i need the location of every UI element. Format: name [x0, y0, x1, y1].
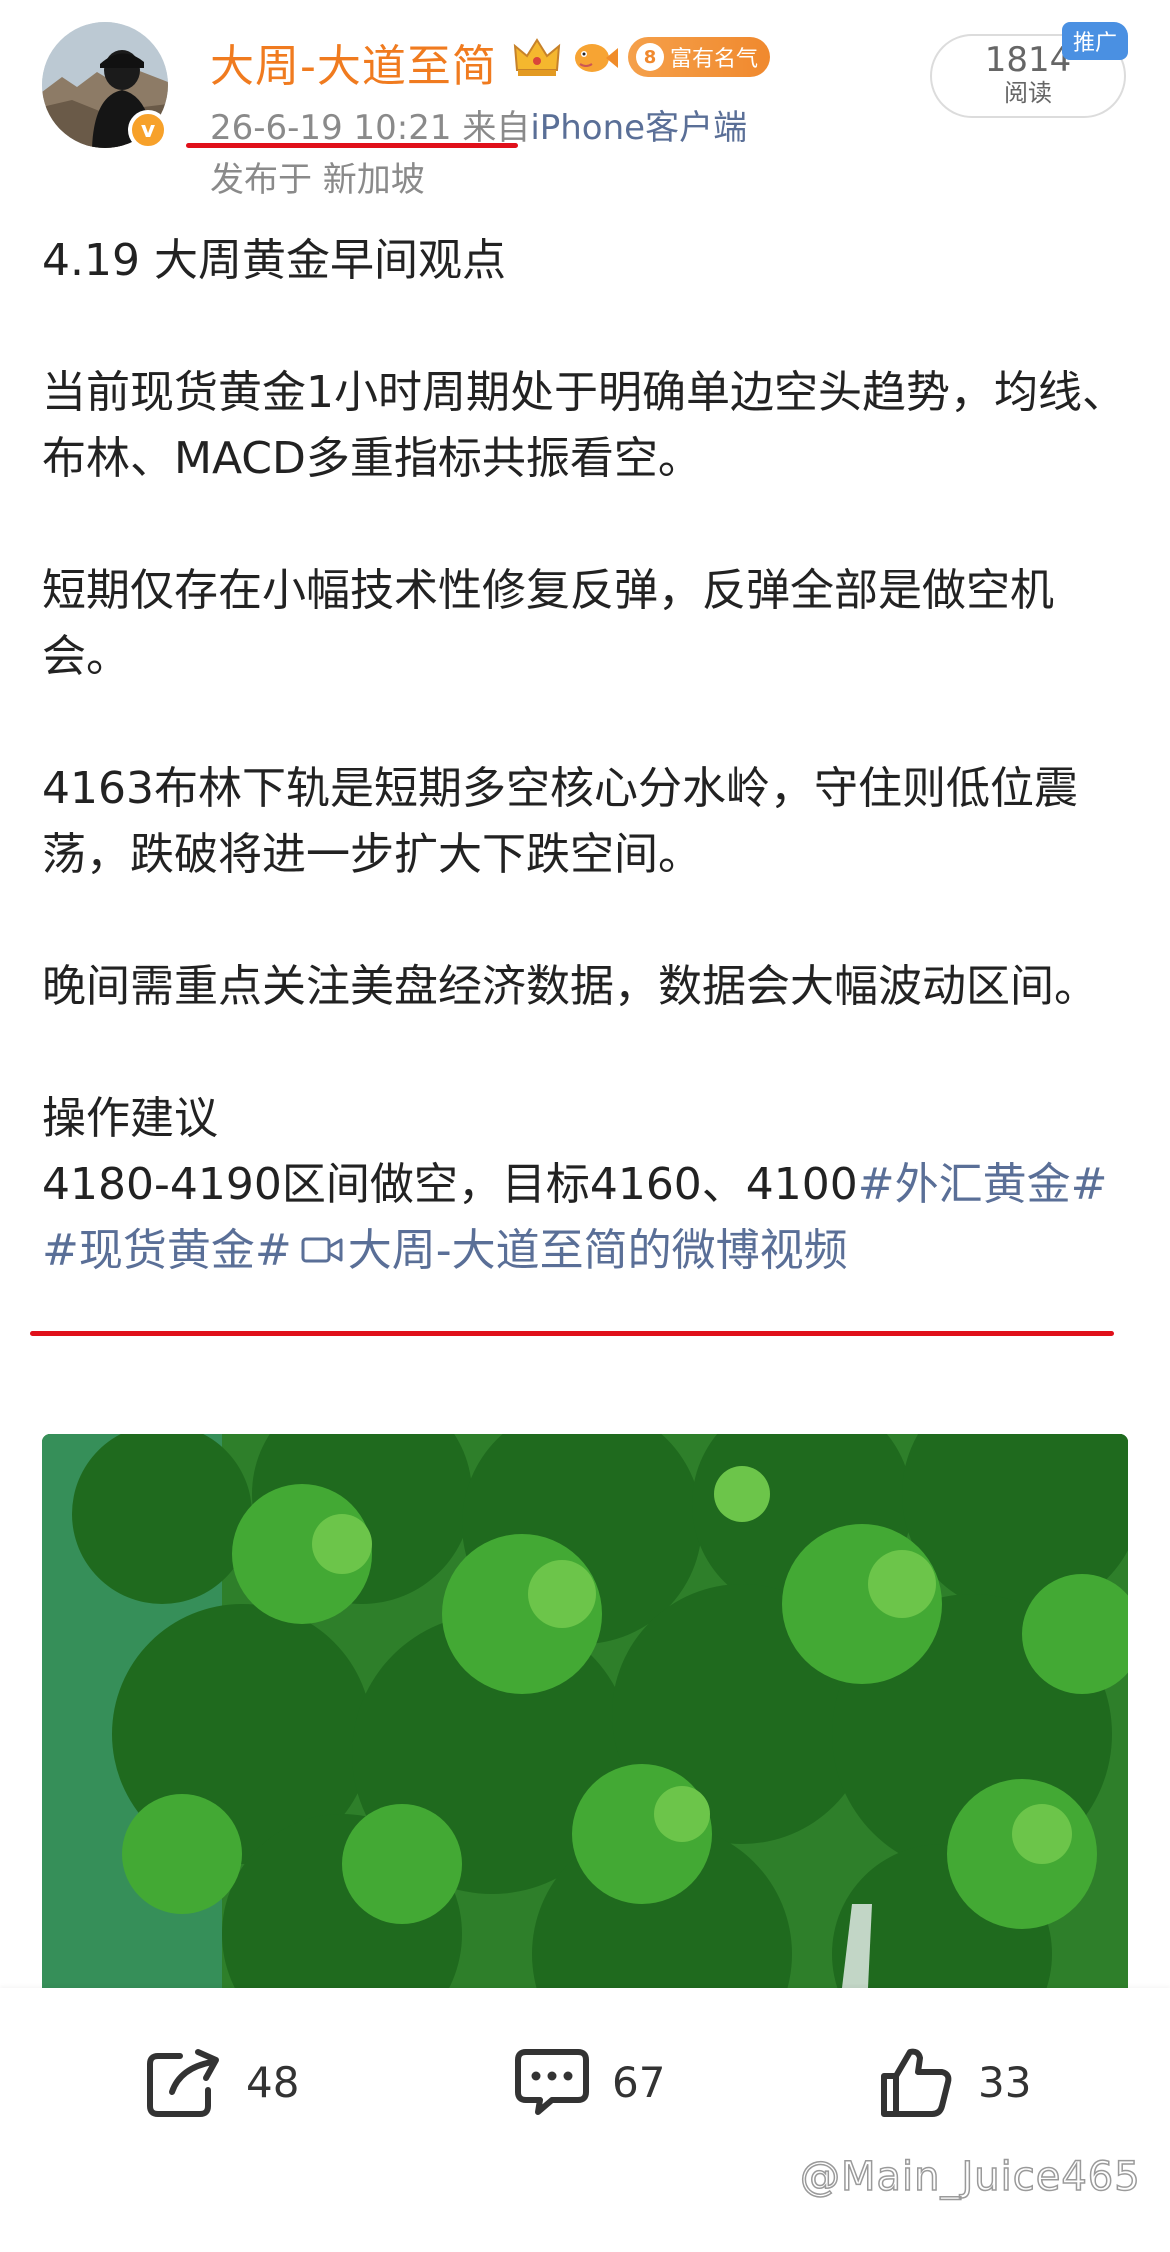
post-meta: 26-6-19 10:21 来自iPhone客户端 [210, 100, 747, 149]
thumbs-up-icon [881, 2048, 952, 2117]
fame-label: 富有名气 [670, 47, 759, 72]
post-paragraph: 短期仅存在小幅技术性修复反弹，反弹全部是做空机会。 [42, 565, 1054, 682]
topic-tag-spot-gold[interactable]: #现货黄金# [42, 1225, 292, 1276]
like-count: 33 [978, 2057, 1032, 2107]
comment-icon [515, 2049, 589, 2115]
post-paragraph: 晚间需重点关注美盘经济数据，数据会大幅波动区间。 [42, 961, 1098, 1012]
promote-tag[interactable]: 推广 [1062, 22, 1128, 60]
advice-text: 4180-4190区间做空，目标4160、4100 [42, 1159, 858, 1210]
like-button[interactable]: 33 [878, 2046, 1031, 2118]
post-source[interactable]: iPhone客户端 [530, 108, 747, 148]
video-icon [301, 1237, 343, 1263]
action-bar: 48 67 33 [0, 1988, 1170, 2252]
badge-row: 8 富有名气 [512, 34, 771, 80]
advice-heading: 操作建议 [42, 1093, 218, 1144]
red-underline-meta [186, 143, 518, 148]
share-button[interactable]: 48 [146, 2046, 299, 2118]
crown-icon[interactable] [512, 34, 562, 80]
share-count: 48 [246, 2057, 300, 2107]
author-name[interactable]: 大周-大道至简 [210, 30, 497, 94]
comment-count: 67 [612, 2057, 666, 2107]
post-location: 发布于 新加坡 [210, 160, 425, 200]
topic-tag-forex-gold[interactable]: #外汇黄金# [858, 1159, 1108, 1210]
read-label: 阅读 [1004, 79, 1052, 107]
red-underline-advice [30, 1331, 1114, 1336]
post-paragraph: 当前现货黄金1小时周期处于明确单边空头趋势，均线、布林、MACD多重指标共振看空… [42, 367, 1126, 484]
verified-badge: v [128, 110, 168, 150]
comment-button[interactable]: 67 [512, 2046, 665, 2118]
share-icon [147, 2049, 219, 2117]
tag-line: #现货黄金# 大周-大道至简的微博视频 [42, 1218, 1132, 1284]
fame-level: 8 [636, 43, 664, 71]
post-body: 4.19 大周黄金早间观点 当前现货黄金1小时周期处于明确单边空头趋势，均线、布… [42, 228, 1132, 1284]
video-link[interactable]: 大周-大道至简的微博视频 [348, 1225, 848, 1276]
advice-line: 4180-4190区间做空，目标4160、4100#外汇黄金# [42, 1152, 1132, 1218]
post-timestamp: 26-6-19 10:21 [210, 108, 452, 148]
post-paragraph: 4163布林下轨是短期多空核心分水岭，守住则低位震荡，跌破将进一步扩大下跌空间。 [42, 763, 1078, 880]
post-image[interactable] [42, 1434, 1128, 1988]
via-label: 来自 [462, 108, 531, 148]
post-title: 4.19 大周黄金早间观点 [42, 235, 506, 286]
fish-icon[interactable] [570, 34, 620, 80]
watermark: @Main_Juice465 [799, 2153, 1141, 2201]
fame-badge[interactable]: 8 富有名气 [628, 37, 771, 77]
